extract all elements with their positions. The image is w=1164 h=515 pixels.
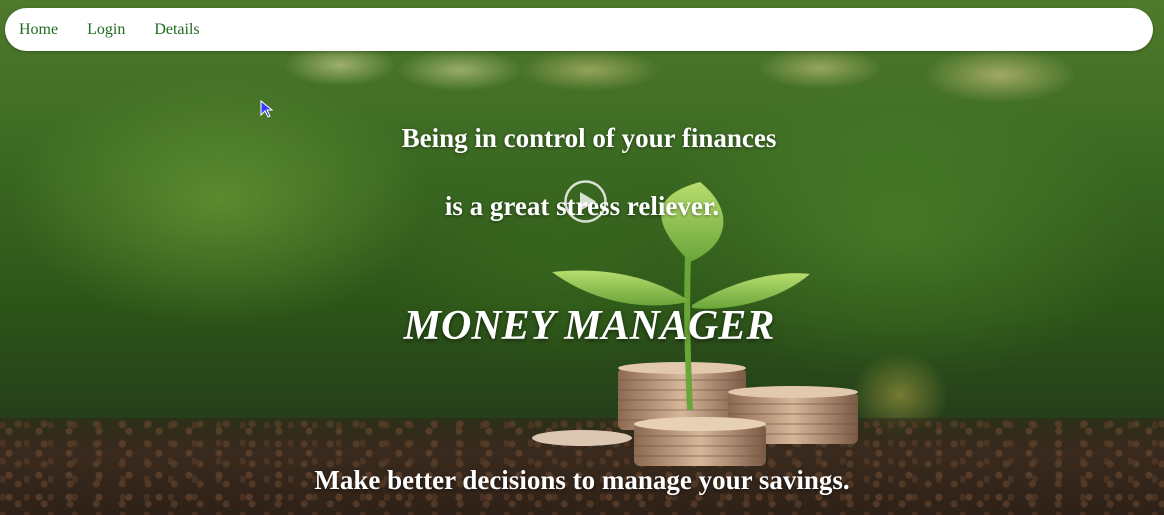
brand-title: MONEY MANAGER — [403, 303, 775, 349]
hero-tagline: Make better decisions to manage your sav… — [314, 465, 850, 495]
nav-details-link[interactable]: Details — [154, 21, 199, 39]
nav-login-link[interactable]: Login — [87, 21, 125, 39]
nav-home-link[interactable]: Home — [19, 21, 58, 39]
coins-and-seedling-illustration — [532, 182, 858, 466]
play-circle-icon[interactable] — [563, 179, 608, 224]
coin-stack-front — [634, 417, 766, 466]
top-navbar: Home Login Details — [5, 8, 1153, 51]
hero-line-1: Being in control of your finances — [401, 123, 777, 153]
mouse-pointer-icon — [260, 100, 274, 118]
single-coin — [532, 430, 632, 446]
